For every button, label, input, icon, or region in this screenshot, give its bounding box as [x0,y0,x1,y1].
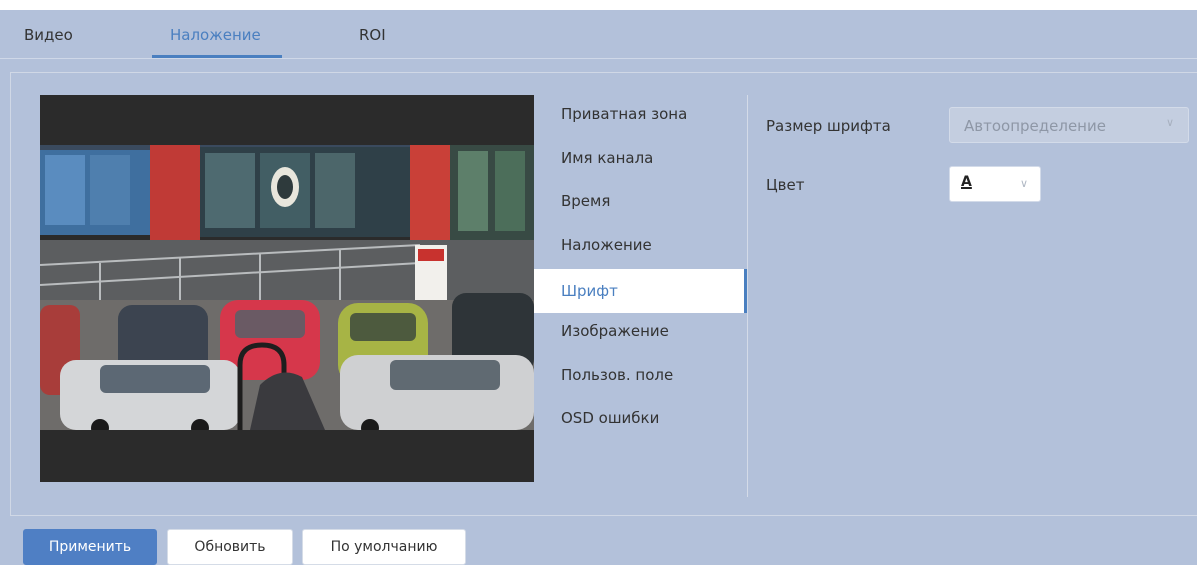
active-tab-indicator [152,55,282,58]
menu-divider [747,95,748,497]
font-size-label: Размер шрифта [766,117,891,135]
font-size-select[interactable]: Автоопределение ∨ [949,107,1189,143]
default-button[interactable]: По умолчанию [302,529,466,565]
tab-bar: Видео Наложение ROI [0,10,1197,59]
color-label: Цвет [766,176,805,194]
font-size-value: Автоопределение [964,117,1106,135]
chevron-down-icon: ∨ [1020,177,1029,190]
menu-item-custom-field[interactable]: Пользов. поле [534,355,747,395]
tab-overlay[interactable]: Наложение [170,26,261,44]
video-preview [40,95,534,482]
menu-item-time[interactable]: Время [534,181,747,221]
chevron-down-icon: ∨ [1165,116,1174,129]
menu-item-overlay[interactable]: Наложение [534,225,747,265]
menu-item-privacy-zone[interactable]: Приватная зона [534,94,747,134]
menu-item-channel-name[interactable]: Имя канала [534,138,747,178]
menu-item-font[interactable]: Шрифт [534,269,747,313]
top-strip [0,0,1197,10]
menu-item-osd-errors[interactable]: OSD ошибки [534,398,747,438]
color-swatch-text: A [961,174,972,190]
refresh-button[interactable]: Обновить [167,529,293,565]
tab-roi[interactable]: ROI [359,26,386,44]
tab-video[interactable]: Видео [24,26,73,44]
color-picker[interactable]: A ∨ [949,166,1041,202]
apply-button[interactable]: Применить [23,529,157,565]
menu-item-image[interactable]: Изображение [534,311,747,351]
camera-image [40,95,534,482]
